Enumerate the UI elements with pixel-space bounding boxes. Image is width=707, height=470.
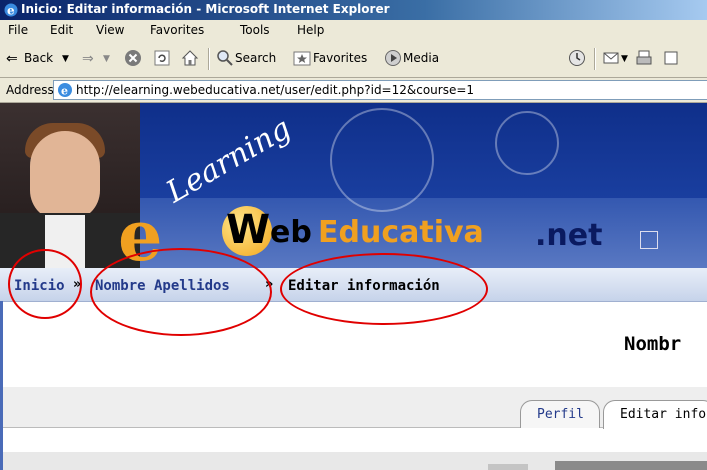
favorites-label: Favorites bbox=[313, 51, 368, 65]
back-arrow-icon: ⇐ bbox=[6, 51, 18, 67]
media-icon bbox=[385, 50, 401, 66]
tab-bar: Perfil Editar infor bbox=[3, 387, 707, 429]
forward-dropdown-icon[interactable]: ▼ bbox=[103, 54, 110, 64]
history-icon[interactable] bbox=[568, 49, 586, 67]
edit-icon[interactable] bbox=[663, 49, 681, 67]
menu-view[interactable]: View bbox=[96, 23, 124, 37]
globe-graphic bbox=[330, 108, 434, 212]
search-icon bbox=[217, 50, 233, 66]
form-area-top bbox=[3, 452, 707, 470]
internet-explorer-icon: e bbox=[4, 3, 18, 18]
address-input[interactable]: e http://elearning.webeducativa.net/user… bbox=[53, 80, 707, 100]
page-heading: Nombr bbox=[624, 333, 682, 355]
logo-eb-text: eb bbox=[270, 215, 312, 250]
mail-dropdown-icon[interactable]: ▼ bbox=[621, 54, 628, 64]
home-icon[interactable] bbox=[181, 49, 199, 67]
logo-learning-text: Learning bbox=[160, 111, 297, 210]
tab-editar-informacion[interactable]: Editar infor bbox=[603, 400, 707, 429]
form-label-placeholder bbox=[488, 464, 528, 470]
back-label: Back bbox=[24, 51, 54, 65]
form-field[interactable] bbox=[555, 461, 707, 470]
menu-bar: File Edit View Favorites Tools Help bbox=[0, 20, 707, 42]
window-title: Inicio: Editar información - Microsoft I… bbox=[21, 2, 390, 16]
logo-w-letter: W bbox=[226, 207, 271, 253]
address-bar: Address e http://elearning.webeducativa.… bbox=[0, 78, 707, 103]
globe-graphic-small bbox=[495, 111, 559, 175]
menu-edit[interactable]: Edit bbox=[50, 23, 73, 37]
favorites-star-icon bbox=[293, 51, 311, 66]
annotation-ellipse-current bbox=[280, 253, 488, 325]
address-url: http://elearning.webeducativa.net/user/e… bbox=[76, 83, 475, 97]
stop-icon[interactable] bbox=[124, 49, 142, 67]
standard-toolbar: ⇐ Back ▼ ⇒ ▼ Search Favorites Media ▼ bbox=[0, 41, 707, 78]
logo-educativa-text: Educativa bbox=[318, 215, 484, 250]
page-icon: e bbox=[58, 83, 72, 98]
menu-file[interactable]: File bbox=[8, 23, 28, 37]
back-dropdown-icon[interactable]: ▼ bbox=[62, 54, 69, 64]
annotation-ellipse-home bbox=[8, 249, 82, 319]
annotation-ellipse-user bbox=[90, 248, 272, 336]
address-label: Address bbox=[6, 83, 54, 97]
refresh-icon[interactable] bbox=[153, 49, 171, 67]
site-banner: e Learning W eb Educativa .net bbox=[0, 103, 707, 268]
logo-net-text: .net bbox=[535, 218, 603, 253]
cube-icon bbox=[640, 231, 658, 249]
menu-favorites[interactable]: Favorites bbox=[150, 23, 204, 37]
toolbar-separator bbox=[208, 48, 210, 70]
search-label: Search bbox=[235, 51, 277, 65]
toolbar-separator bbox=[594, 48, 596, 70]
menu-tools[interactable]: Tools bbox=[240, 23, 270, 37]
media-label: Media bbox=[403, 51, 440, 65]
tab-editar-label: Editar infor bbox=[620, 407, 707, 422]
svg-text:e: e bbox=[7, 4, 15, 18]
content-left-border bbox=[0, 301, 3, 470]
forward-button[interactable]: ⇒ bbox=[82, 51, 94, 67]
window-titlebar: e Inicio: Editar información - Microsoft… bbox=[0, 0, 707, 20]
menu-help[interactable]: Help bbox=[297, 23, 324, 37]
tab-perfil[interactable]: Perfil bbox=[520, 400, 600, 428]
tab-perfil-label: Perfil bbox=[537, 407, 584, 422]
svg-text:e: e bbox=[61, 85, 68, 98]
print-icon[interactable] bbox=[635, 49, 653, 67]
mail-icon[interactable] bbox=[602, 49, 620, 67]
